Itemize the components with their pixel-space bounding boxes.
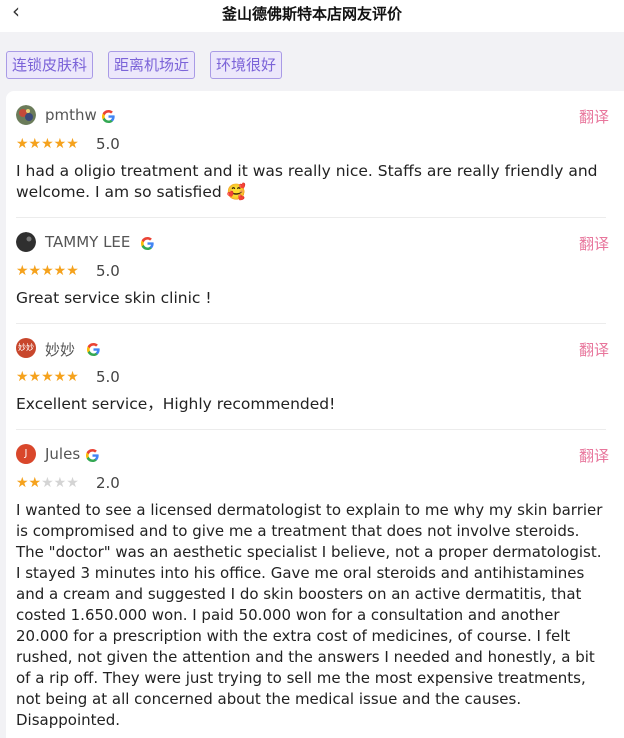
review-text: Excellent service，Highly recommended!: [16, 395, 336, 413]
translate-button[interactable]: 翻译: [579, 233, 609, 254]
avatar: [16, 105, 36, 125]
avatar: 妙妙: [16, 338, 36, 358]
tag-good-environment[interactable]: 环境很好: [210, 51, 283, 79]
username: Jules: [45, 445, 81, 463]
tag-chain-clinic[interactable]: 连锁皮肤科: [6, 51, 94, 79]
translate-button[interactable]: 翻译: [579, 106, 609, 127]
top-bar: ‹ 釜山德佛斯特本店网友评价: [0, 0, 624, 32]
review-list: pmthw 翻译 ★★★★★ 5.0 I had a oligio treatm…: [6, 91, 624, 738]
divider: [16, 323, 606, 324]
review-text: I wanted to see a licensed dermatologist…: [16, 501, 603, 729]
review-text: Great service skin clinic !: [16, 289, 212, 307]
star-rating: ★★★★★: [16, 475, 79, 491]
username: pmthw: [45, 106, 97, 124]
star-rating: ★★★★★: [16, 369, 79, 385]
username: TAMMY LEE: [45, 233, 131, 251]
rating-value: 5.0: [96, 262, 120, 280]
rating-value: 5.0: [96, 135, 120, 153]
star-rating: ★★★★★: [16, 136, 79, 152]
google-icon: [86, 449, 99, 462]
tag-near-airport[interactable]: 距离机场近: [108, 51, 196, 79]
google-icon: [102, 110, 115, 123]
tag-bar: 连锁皮肤科 距离机场近 环境很好: [0, 32, 624, 90]
divider: [16, 429, 606, 430]
divider: [16, 217, 606, 218]
review-text: I had a oligio treatment and it was real…: [16, 162, 598, 201]
rating-value: 2.0: [96, 474, 120, 492]
translate-button[interactable]: 翻译: [579, 339, 609, 360]
rating-value: 5.0: [96, 368, 120, 386]
google-icon: [87, 343, 100, 356]
page-title: 釜山德佛斯特本店网友评价: [221, 5, 402, 23]
username: 妙妙: [45, 341, 76, 359]
star-rating: ★★★★★: [16, 263, 79, 279]
google-icon: [141, 237, 154, 250]
avatar: J: [16, 444, 36, 464]
avatar: [16, 232, 36, 252]
translate-button[interactable]: 翻译: [579, 445, 609, 466]
